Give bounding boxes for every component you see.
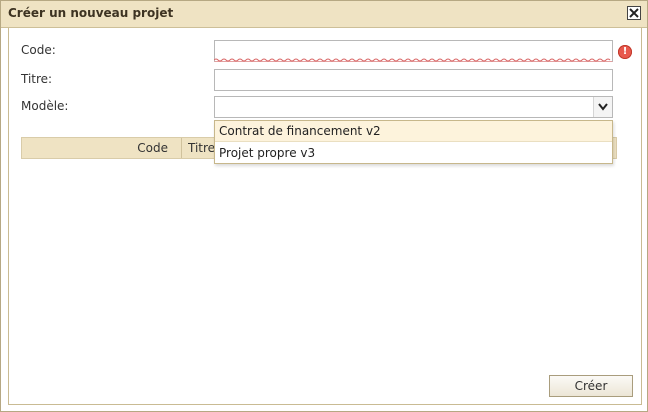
close-button[interactable] xyxy=(627,6,641,20)
titre-label: Titre: xyxy=(21,72,53,86)
create-project-dialog: Créer un nouveau projet Code: ! Titre: M… xyxy=(0,0,648,412)
dialog-title: Créer un nouveau projet xyxy=(8,6,174,20)
chevron-down-icon xyxy=(598,103,608,111)
dialog-body: Code: ! Titre: Modèle: Code Titre Contra… xyxy=(8,28,642,405)
error-icon: ! xyxy=(618,45,632,59)
modele-option[interactable]: Projet propre v3 xyxy=(215,143,612,164)
modele-dropdown-toggle[interactable] xyxy=(593,97,612,117)
grid-column-code[interactable]: Code xyxy=(22,138,182,158)
dialog-titlebar[interactable]: Créer un nouveau projet xyxy=(1,1,647,28)
close-icon xyxy=(629,8,639,18)
validation-squiggle xyxy=(214,58,611,62)
code-label: Code: xyxy=(21,43,56,57)
titre-input[interactable] xyxy=(214,69,613,91)
create-button[interactable]: Créer xyxy=(549,375,633,397)
modele-select[interactable] xyxy=(214,96,613,118)
modele-dropdown-list: Contrat de financement v2 Projet propre … xyxy=(214,120,613,164)
modele-label: Modèle: xyxy=(21,99,69,113)
modele-option[interactable]: Contrat de financement v2 xyxy=(215,121,612,142)
